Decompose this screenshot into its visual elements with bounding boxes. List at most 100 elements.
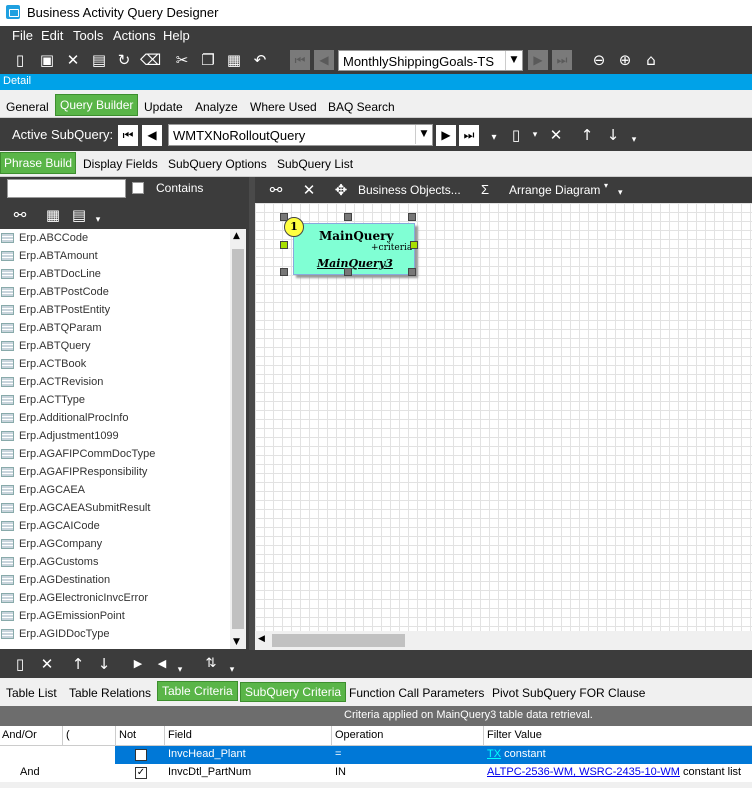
table-row[interactable]: And ✓ InvcDtl_PartNum IN ALTPC-2536-WM, … [0, 764, 752, 782]
scroll-down-icon[interactable]: ▼ [233, 637, 240, 647]
resize-handle[interactable] [408, 268, 416, 276]
list-item[interactable]: Erp.AGCustoms [0, 553, 230, 571]
menu-help[interactable]: Help [163, 28, 190, 43]
list-item[interactable]: Erp.AGAFIPResponsibility [0, 463, 230, 481]
query-table-node[interactable]: MainQuery +criteria MainQuery3 [293, 223, 415, 275]
column-header-field[interactable]: Field [168, 729, 192, 741]
first-record-icon[interactable]: ⏮ [290, 50, 310, 70]
refresh-icon[interactable]: ↻ [114, 50, 134, 70]
row-field[interactable]: InvcDtl_PartNum [168, 766, 251, 778]
business-objects-icon[interactable]: ✥ [331, 180, 351, 200]
overflow-icon[interactable]: ▾ [170, 660, 190, 680]
resize-handle[interactable] [280, 241, 288, 249]
table-search-input[interactable] [7, 179, 126, 198]
tab-table-criteria[interactable]: Table Criteria [157, 681, 238, 701]
sigma-button[interactable]: Σ [481, 182, 489, 197]
row-cell-paren[interactable] [62, 746, 115, 764]
tab-phrase-build[interactable]: Phrase Build [0, 152, 77, 174]
overflow-icon[interactable]: ▾ [624, 130, 644, 150]
clipboard-icon[interactable]: ▤ [89, 50, 109, 70]
tab-pivot-subquery[interactable]: Pivot SubQuery FOR Clause [492, 686, 645, 700]
move-up-icon[interactable]: ↑ [68, 654, 88, 674]
move-down-icon[interactable]: ↓ [94, 654, 114, 674]
tab-subquery-options[interactable]: SubQuery Options [168, 157, 267, 171]
column-header-filter-value[interactable]: Filter Value [487, 729, 542, 741]
scroll-up-icon[interactable]: ▲ [233, 231, 240, 241]
cut-icon[interactable]: ✂ [172, 50, 192, 70]
row-operation[interactable]: IN [335, 766, 346, 778]
prev-record-icon[interactable]: ◀ [314, 50, 334, 70]
first-subquery-icon[interactable]: ⏮ [118, 125, 138, 146]
list-item[interactable]: Erp.AGCAEASubmitResult [0, 499, 230, 517]
link-icon[interactable]: ⚯ [10, 205, 30, 225]
table-list-scroll-thumb[interactable] [232, 249, 244, 629]
menu-edit[interactable]: Edit [41, 28, 63, 43]
copy-icon[interactable]: ❐ [198, 50, 218, 70]
column-header-not[interactable]: Not [119, 729, 136, 741]
next-record-icon[interactable]: ▶ [528, 50, 548, 70]
resize-handle[interactable] [344, 213, 352, 221]
tab-display-fields[interactable]: Display Fields [83, 157, 158, 171]
menu-actions[interactable]: Actions [113, 28, 156, 43]
tab-update[interactable]: Update [144, 100, 183, 114]
prev-subquery-icon[interactable]: ◀ [142, 125, 162, 146]
overflow-icon[interactable]: ▾ [484, 128, 504, 148]
diagram-scroll-thumb[interactable] [272, 634, 405, 647]
chevron-down-icon[interactable]: ▾ [604, 181, 608, 190]
list-item[interactable]: Erp.AGCAEA [0, 481, 230, 499]
last-subquery-icon[interactable]: ⏭ [459, 125, 479, 146]
resize-handle[interactable] [408, 213, 416, 221]
list-item[interactable]: Erp.AGEmissionPoint [0, 607, 230, 625]
paste-icon[interactable]: ▦ [224, 50, 244, 70]
new-criteria-icon[interactable]: ▯ [10, 654, 30, 674]
contains-checkbox[interactable] [132, 182, 144, 194]
indent-right-icon[interactable]: ▶ [128, 654, 148, 674]
back-icon[interactable]: ⊖ [589, 50, 609, 70]
new-subquery-icon[interactable]: ▯ [506, 125, 526, 145]
last-record-icon[interactable]: ⏭ [552, 50, 572, 70]
query-id-combo[interactable]: MonthlyShippingGoals-TS ▼ [338, 50, 523, 71]
list-item[interactable]: Erp.ABTPostCode [0, 283, 230, 301]
subquery-combo[interactable]: WMTXNoRolloutQuery ▼ [168, 124, 433, 146]
menu-tools[interactable]: Tools [73, 28, 103, 43]
undo-icon[interactable]: ↶ [250, 50, 270, 70]
list-item[interactable]: Erp.ACTBook [0, 355, 230, 373]
list-item[interactable]: Erp.ABTQParam [0, 319, 230, 337]
list-item[interactable]: Erp.AGElectronicInvcError [0, 589, 230, 607]
resize-handle[interactable] [280, 268, 288, 276]
list-item[interactable]: Erp.AdditionalProcInfo [0, 409, 230, 427]
save-icon[interactable]: ▣ [37, 50, 57, 70]
not-checkbox[interactable] [135, 749, 147, 761]
list-item[interactable]: Erp.ACTRevision [0, 373, 230, 391]
list-item[interactable]: Erp.AGCAICode [0, 517, 230, 535]
table-settings-icon[interactable]: ▤ [69, 205, 89, 225]
row-filter-value[interactable]: TX constant [487, 748, 546, 760]
resize-handle[interactable] [344, 268, 352, 276]
chevron-down-icon[interactable]: ▼ [505, 51, 522, 70]
sort-icon[interactable]: ⇅ [201, 654, 221, 674]
list-item[interactable]: Erp.ACTType [0, 391, 230, 409]
scroll-left-icon[interactable]: ◀ [258, 634, 265, 644]
tab-where-used[interactable]: Where Used [250, 100, 317, 114]
list-item[interactable]: Erp.Adjustment1099 [0, 427, 230, 445]
list-item[interactable]: Erp.AGDestination [0, 571, 230, 589]
chevron-down-icon[interactable]: ▾ [88, 210, 108, 230]
move-up-icon[interactable]: ↑ [577, 125, 597, 145]
column-header-paren[interactable]: ( [66, 729, 70, 741]
list-item[interactable]: Erp.AGCompany [0, 535, 230, 553]
list-item[interactable]: Erp.AGAFIPCommDocType [0, 445, 230, 463]
filter-value-link[interactable]: TX [487, 748, 501, 760]
tab-subquery-criteria[interactable]: SubQuery Criteria [240, 682, 347, 702]
row-field[interactable]: InvcHead_Plant [168, 748, 246, 760]
row-operation[interactable]: = [335, 748, 341, 760]
chevron-down-icon[interactable]: ▾ [525, 125, 545, 145]
link-icon[interactable]: ⚯ [266, 180, 286, 200]
row-andor[interactable]: And [20, 766, 40, 778]
list-item[interactable]: Erp.AGIDDocType [0, 625, 230, 643]
list-item[interactable]: Erp.ABCCode [0, 229, 230, 247]
row-filter-value[interactable]: ALTPC-2536-WM, WSRC-2435-10-WM constant … [487, 766, 741, 778]
next-subquery-icon[interactable]: ▶ [436, 125, 456, 146]
move-down-icon[interactable]: ↓ [603, 125, 623, 145]
tab-general[interactable]: General [6, 100, 49, 114]
delete-icon[interactable]: ✕ [63, 50, 83, 70]
